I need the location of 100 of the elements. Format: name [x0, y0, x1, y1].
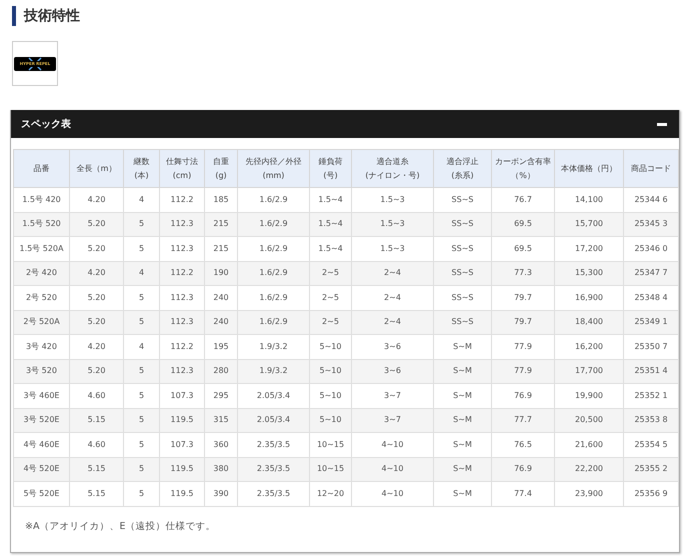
table-cell: 25347 7	[624, 261, 678, 286]
table-cell: 112.3	[160, 212, 204, 236]
table-cell: 25354 5	[624, 432, 678, 457]
table-cell: 380	[204, 457, 238, 482]
table-cell: 5	[124, 384, 160, 408]
table-cell: 4号 460E	[14, 432, 70, 457]
table-cell: 119.5	[160, 482, 204, 506]
table-cell: 112.3	[160, 236, 204, 261]
table-cell: 112.2	[160, 188, 204, 212]
table-cell: 1.5~4	[310, 188, 352, 212]
table-cell: 5~10	[310, 359, 352, 384]
table-cell: 5~10	[310, 384, 352, 408]
table-cell: 5号 520E	[14, 482, 70, 506]
table-cell: 215	[204, 236, 238, 261]
table-cell: 4.20	[70, 334, 124, 359]
table-cell: 3~7	[352, 408, 434, 432]
table-cell: 1.6/2.9	[238, 188, 310, 212]
table-cell: 3号 520	[14, 359, 70, 384]
column-header: 継数 (本)	[124, 150, 160, 188]
table-cell: SS~S	[434, 286, 492, 310]
table-cell: S~M	[434, 482, 492, 506]
table-cell: 4~10	[352, 482, 434, 506]
table-cell: 4号 520E	[14, 457, 70, 482]
table-cell: 25345 3	[624, 212, 678, 236]
table-cell: 2号 420	[14, 261, 70, 286]
table-cell: 190	[204, 261, 238, 286]
table-cell: 3号 460E	[14, 384, 70, 408]
table-cell: 390	[204, 482, 238, 506]
table-cell: 77.7	[492, 408, 554, 432]
table-cell: 1.9/3.2	[238, 334, 310, 359]
table-cell: SS~S	[434, 236, 492, 261]
column-header: 先径内径／外径 (mm)	[238, 150, 310, 188]
table-cell: 2.05/3.4	[238, 384, 310, 408]
table-cell: 112.2	[160, 334, 204, 359]
table-cell: 17,700	[554, 359, 624, 384]
table-cell: 25344 6	[624, 188, 678, 212]
table-cell: 1.5号 520	[14, 212, 70, 236]
table-cell: 5.15	[70, 408, 124, 432]
table-cell: S~M	[434, 457, 492, 482]
table-cell: 1.6/2.9	[238, 261, 310, 286]
table-cell: 76.5	[492, 432, 554, 457]
table-cell: 5.20	[70, 212, 124, 236]
table-cell: 22,200	[554, 457, 624, 482]
table-cell: 5.20	[70, 236, 124, 261]
table-cell: 77.4	[492, 482, 554, 506]
table-cell: 112.2	[160, 261, 204, 286]
table-cell: 14,100	[554, 188, 624, 212]
table-cell: 4.60	[70, 432, 124, 457]
table-cell: 2~5	[310, 310, 352, 334]
table-cell: S~M	[434, 432, 492, 457]
table-cell: 5	[124, 212, 160, 236]
table-cell: 2号 520	[14, 286, 70, 310]
table-cell: 3号 420	[14, 334, 70, 359]
table-cell: 5	[124, 457, 160, 482]
table-cell: 25352 1	[624, 384, 678, 408]
table-cell: 240	[204, 310, 238, 334]
table-cell: 2.35/3.5	[238, 457, 310, 482]
table-cell: S~M	[434, 408, 492, 432]
table-cell: 107.3	[160, 432, 204, 457]
table-cell: 5~10	[310, 334, 352, 359]
table-cell: 360	[204, 432, 238, 457]
table-cell: 2~5	[310, 286, 352, 310]
table-cell: 119.5	[160, 457, 204, 482]
table-cell: 4	[124, 261, 160, 286]
table-cell: 2.35/3.5	[238, 432, 310, 457]
table-cell: 76.7	[492, 188, 554, 212]
table-cell: 1.5~3	[352, 212, 434, 236]
table-cell: 1.6/2.9	[238, 236, 310, 261]
table-cell: 4.20	[70, 188, 124, 212]
table-cell: 5	[124, 236, 160, 261]
column-header: 適合道糸 (ナイロン・号)	[352, 150, 434, 188]
table-cell: 5.20	[70, 286, 124, 310]
table-cell: SS~S	[434, 212, 492, 236]
table-cell: 5.20	[70, 310, 124, 334]
table-cell: 12~20	[310, 482, 352, 506]
table-cell: 5.20	[70, 359, 124, 384]
table-cell: 215	[204, 212, 238, 236]
panel-title: スペック表	[21, 118, 71, 132]
table-cell: 2.05/3.4	[238, 408, 310, 432]
table-cell: 15,300	[554, 261, 624, 286]
footnote: ※A（アオリイカ）、E（遠投）仕様です。	[24, 520, 216, 534]
table-cell: 5	[124, 310, 160, 334]
table-cell: 17,200	[554, 236, 624, 261]
collapse-icon[interactable]	[657, 122, 667, 126]
table-cell: 195	[204, 334, 238, 359]
table-cell: 16,900	[554, 286, 624, 310]
column-header: 仕舞寸法 (cm)	[160, 150, 204, 188]
table-cell: 3~6	[352, 334, 434, 359]
table-cell: 240	[204, 286, 238, 310]
table-cell: S~M	[434, 334, 492, 359]
table-cell: 3号 520E	[14, 408, 70, 432]
table-cell: 15,700	[554, 212, 624, 236]
table-cell: 2~4	[352, 286, 434, 310]
table-cell: S~M	[434, 359, 492, 384]
table-cell: 1.5~4	[310, 236, 352, 261]
column-header: 全長（m）	[70, 150, 124, 188]
table-cell: 5	[124, 359, 160, 384]
table-cell: 5.15	[70, 457, 124, 482]
table-cell: SS~S	[434, 261, 492, 286]
table-cell: 25350 7	[624, 334, 678, 359]
